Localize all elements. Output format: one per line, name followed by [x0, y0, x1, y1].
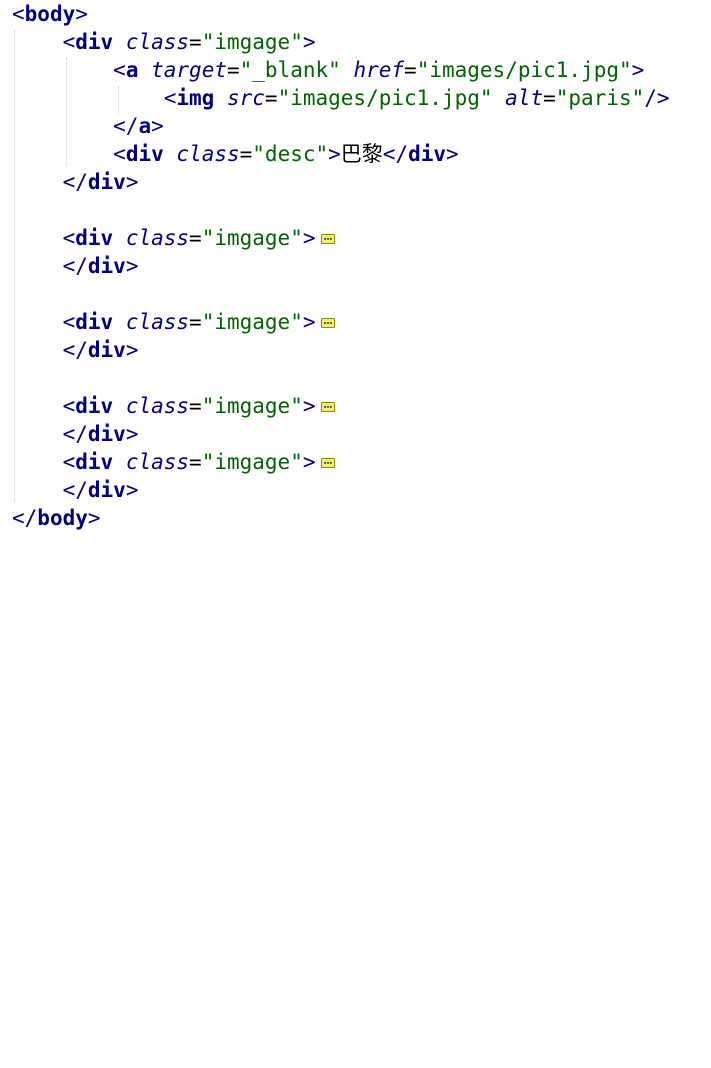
attribute-name: class	[125, 30, 190, 54]
tag-name: div	[87, 422, 126, 446]
tag-name: div	[75, 394, 114, 418]
attribute-name: alt	[505, 86, 544, 110]
attribute-name: src	[226, 86, 265, 110]
code-line: <img src="images/pic1.jpg" alt="paris"/>	[163, 86, 670, 110]
attribute-value: "imgage"	[201, 310, 303, 334]
attribute-value: "images/pic1.jpg"	[277, 86, 493, 110]
tag-name: div	[408, 142, 447, 166]
tag-name: img	[176, 86, 215, 110]
attribute-value: "imgage"	[201, 394, 303, 418]
attribute-value: "imgage"	[201, 450, 303, 474]
attribute-value: "images/pic1.jpg"	[416, 58, 632, 82]
tag-name: div	[75, 310, 114, 334]
attribute-value: "imgage"	[201, 30, 303, 54]
code-line: <div class="imgage">	[12, 448, 335, 476]
code-line: </div>	[62, 422, 139, 446]
attribute-name: target	[151, 58, 227, 82]
text-content: 巴黎	[340, 142, 383, 166]
fold-marker-icon[interactable]	[320, 458, 335, 468]
attribute-name: class	[176, 142, 240, 166]
attribute-name: class	[125, 226, 190, 250]
code-line: <a target="_blank" href="images/pic1.jpg…	[113, 58, 645, 82]
attribute-value: "desc"	[252, 142, 329, 166]
attribute-value: "_blank"	[239, 58, 341, 82]
code-line: </div>	[62, 338, 139, 362]
fold-marker-icon[interactable]	[320, 402, 335, 412]
code-line: <div class="imgage">	[62, 30, 316, 54]
code-editor[interactable]: <body> <div class="imgage"> <a target="_…	[0, 0, 711, 534]
attribute-name: class	[125, 310, 190, 334]
attribute-value: "imgage"	[201, 226, 303, 250]
tag-name: div	[87, 170, 126, 194]
tag-name: body	[37, 506, 88, 530]
attribute-name: class	[125, 450, 190, 474]
attribute-value: "paris"	[555, 86, 645, 110]
attribute-name: href	[353, 58, 405, 82]
tag-name: body	[24, 2, 76, 26]
fold-marker-icon[interactable]	[320, 234, 335, 244]
tag-name: div	[87, 254, 126, 278]
tag-name: div	[75, 30, 114, 54]
code-line: <div class="imgage">	[12, 308, 335, 336]
tag-name: a	[125, 58, 139, 82]
fold-marker-icon[interactable]	[320, 318, 335, 328]
tag-name: div	[125, 142, 164, 166]
code-line: <div class="desc">巴黎</div>	[113, 142, 459, 166]
code-line: <body>	[12, 2, 88, 26]
tag-name: div	[87, 338, 126, 362]
code-line: <div class="imgage">	[12, 392, 335, 420]
code-line: </div>	[62, 254, 139, 278]
tag-name: div	[75, 226, 114, 250]
tag-name: a	[138, 114, 152, 138]
code-line: <div class="imgage">	[12, 224, 335, 252]
code-line: </a>	[113, 114, 164, 138]
code-line: </div>	[62, 478, 139, 502]
code-line: </div>	[62, 170, 139, 194]
attribute-name: class	[125, 394, 190, 418]
code-line: </body>	[12, 506, 101, 530]
tag-name: div	[75, 450, 114, 474]
tag-name: div	[87, 478, 126, 502]
